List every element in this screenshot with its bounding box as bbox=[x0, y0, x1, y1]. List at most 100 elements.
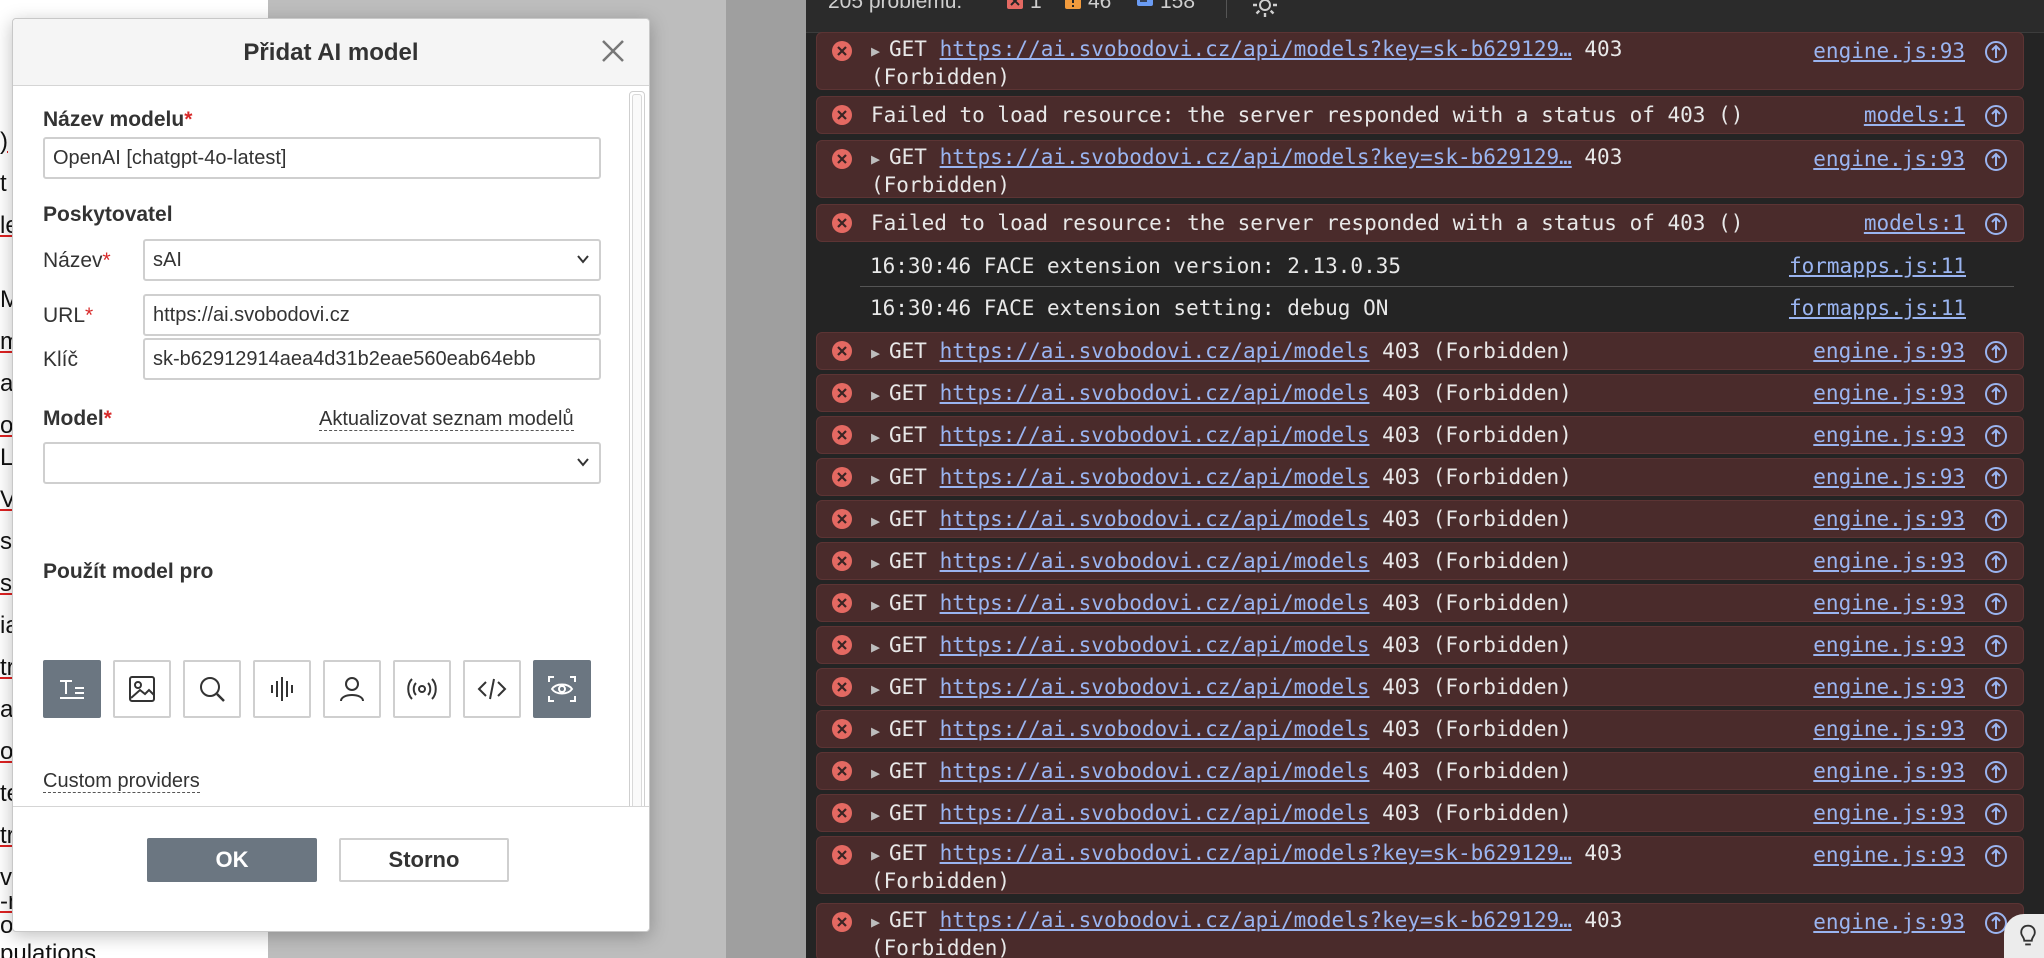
provider-name-select[interactable]: sAI bbox=[143, 239, 601, 281]
console-log-row[interactable]: 16:30:46 FACE extension version: 2.13.0.… bbox=[816, 248, 2024, 284]
model-name-input[interactable]: OpenAI [chatgpt-4o-latest] bbox=[43, 137, 601, 179]
source-link[interactable]: engine.js:93 bbox=[1813, 548, 1965, 574]
ai-assist-icon[interactable] bbox=[1983, 801, 2009, 827]
source-link[interactable]: engine.js:93 bbox=[1813, 800, 1965, 826]
request-url-link[interactable]: https://ai.svobodovi.cz/api/models bbox=[940, 339, 1370, 363]
console-error-row[interactable]: ▶ GET https://ai.svobodovi.cz/api/models … bbox=[816, 500, 2024, 538]
expand-triangle-icon[interactable]: ▶ bbox=[871, 466, 889, 492]
request-url-link[interactable]: https://ai.svobodovi.cz/api/models?key=s… bbox=[940, 37, 1572, 61]
expand-triangle-icon[interactable]: ▶ bbox=[871, 676, 889, 702]
expand-triangle-icon[interactable]: ▶ bbox=[871, 909, 889, 935]
source-link[interactable]: engine.js:93 bbox=[1813, 842, 1965, 868]
console-error-row[interactable]: ▶ GET https://ai.svobodovi.cz/api/models … bbox=[816, 332, 2024, 370]
expand-triangle-icon[interactable]: ▶ bbox=[871, 550, 889, 576]
source-link[interactable]: formapps.js:11 bbox=[1789, 253, 1966, 279]
custom-providers-link[interactable]: Custom providers bbox=[43, 770, 200, 793]
ai-assist-icon[interactable] bbox=[1983, 381, 2009, 407]
expand-triangle-icon[interactable]: ▶ bbox=[871, 634, 889, 660]
console-log-row[interactable]: 16:30:46 FACE extension setting: debug O… bbox=[816, 290, 2024, 326]
request-url-link[interactable]: https://ai.svobodovi.cz/api/models?key=s… bbox=[940, 841, 1572, 865]
ai-assist-icon[interactable] bbox=[1983, 591, 2009, 617]
console-error-row[interactable]: ▶ GET https://ai.svobodovi.cz/api/models … bbox=[816, 710, 2024, 748]
console-error-row[interactable]: ▶ GET https://ai.svobodovi.cz/api/models?… bbox=[816, 32, 2024, 90]
ai-assist-icon[interactable] bbox=[1983, 507, 2009, 533]
expand-triangle-icon[interactable]: ▶ bbox=[871, 760, 889, 786]
use-for-search-button[interactable] bbox=[183, 660, 241, 718]
source-link[interactable]: engine.js:93 bbox=[1813, 464, 1965, 490]
tip-button[interactable] bbox=[2004, 914, 2044, 958]
ai-assist-icon[interactable] bbox=[1983, 549, 2009, 575]
source-link[interactable]: engine.js:93 bbox=[1813, 909, 1965, 935]
source-link[interactable]: engine.js:93 bbox=[1813, 338, 1965, 364]
expand-triangle-icon[interactable]: ▶ bbox=[871, 382, 889, 408]
use-for-person-button[interactable] bbox=[323, 660, 381, 718]
console-error-row[interactable]: ▶ GET https://ai.svobodovi.cz/api/models?… bbox=[816, 140, 2024, 198]
source-link[interactable]: engine.js:93 bbox=[1813, 674, 1965, 700]
console-error-row[interactable]: ▶ GET https://ai.svobodovi.cz/api/models … bbox=[816, 752, 2024, 790]
expand-triangle-icon[interactable]: ▶ bbox=[871, 718, 889, 744]
ai-assist-icon[interactable] bbox=[1983, 423, 2009, 449]
ai-assist-icon[interactable] bbox=[1983, 465, 2009, 491]
expand-triangle-icon[interactable]: ▶ bbox=[871, 340, 889, 366]
source-link[interactable]: models:1 bbox=[1864, 102, 1965, 128]
use-for-audio-button[interactable] bbox=[253, 660, 311, 718]
ai-assist-icon[interactable] bbox=[1983, 633, 2009, 659]
scrollbar-thumb[interactable] bbox=[632, 94, 642, 820]
source-link[interactable]: engine.js:93 bbox=[1813, 758, 1965, 784]
close-button[interactable] bbox=[599, 37, 627, 65]
use-for-broadcast-button[interactable] bbox=[393, 660, 451, 718]
source-link[interactable]: models:1 bbox=[1864, 210, 1965, 236]
expand-triangle-icon[interactable]: ▶ bbox=[871, 802, 889, 828]
expand-triangle-icon[interactable]: ▶ bbox=[871, 146, 889, 172]
request-url-link[interactable]: https://ai.svobodovi.cz/api/models bbox=[940, 465, 1370, 489]
source-link[interactable]: engine.js:93 bbox=[1813, 590, 1965, 616]
request-url-link[interactable]: https://ai.svobodovi.cz/api/models bbox=[940, 381, 1370, 405]
console-error-row[interactable]: Failed to load resource: the server resp… bbox=[816, 96, 2024, 134]
use-for-code-button[interactable] bbox=[463, 660, 521, 718]
console-error-row[interactable]: ▶ GET https://ai.svobodovi.cz/api/models … bbox=[816, 794, 2024, 832]
ok-button[interactable]: OK bbox=[147, 838, 317, 882]
api-key-input[interactable]: sk-b62912914aea4d31b2eae560eab64ebb bbox=[143, 338, 601, 380]
request-url-link[interactable]: https://ai.svobodovi.cz/api/models bbox=[940, 591, 1370, 615]
source-link[interactable]: engine.js:93 bbox=[1813, 632, 1965, 658]
request-url-link[interactable]: https://ai.svobodovi.cz/api/models?key=s… bbox=[940, 908, 1572, 932]
request-url-link[interactable]: https://ai.svobodovi.cz/api/models bbox=[940, 549, 1370, 573]
model-select[interactable] bbox=[43, 442, 601, 484]
expand-triangle-icon[interactable]: ▶ bbox=[871, 424, 889, 450]
console-error-row[interactable]: ▶ GET https://ai.svobodovi.cz/api/models … bbox=[816, 542, 2024, 580]
ai-assist-icon[interactable] bbox=[1983, 147, 2009, 173]
source-link[interactable]: engine.js:93 bbox=[1813, 146, 1965, 172]
console-error-row[interactable]: ▶ GET https://ai.svobodovi.cz/api/models?… bbox=[816, 836, 2024, 894]
use-for-image-button[interactable] bbox=[113, 660, 171, 718]
request-url-link[interactable]: https://ai.svobodovi.cz/api/models bbox=[940, 507, 1370, 531]
ai-assist-icon[interactable] bbox=[1983, 843, 2009, 869]
source-link[interactable]: engine.js:93 bbox=[1813, 716, 1965, 742]
request-url-link[interactable]: https://ai.svobodovi.cz/api/models bbox=[940, 423, 1370, 447]
ai-assist-icon[interactable] bbox=[1983, 39, 2009, 65]
expand-triangle-icon[interactable]: ▶ bbox=[871, 508, 889, 534]
ai-assist-icon[interactable] bbox=[1983, 675, 2009, 701]
ai-assist-icon[interactable] bbox=[1983, 211, 2009, 237]
console-error-row[interactable]: Failed to load resource: the server resp… bbox=[816, 204, 2024, 242]
use-for-vision-button[interactable] bbox=[533, 660, 591, 718]
use-for-text-button[interactable] bbox=[43, 660, 101, 718]
request-url-link[interactable]: https://ai.svobodovi.cz/api/models bbox=[940, 675, 1370, 699]
request-url-link[interactable]: https://ai.svobodovi.cz/api/models bbox=[940, 717, 1370, 741]
request-url-link[interactable]: https://ai.svobodovi.cz/api/models bbox=[940, 759, 1370, 783]
source-link[interactable]: engine.js:93 bbox=[1813, 422, 1965, 448]
source-link[interactable]: engine.js:93 bbox=[1813, 506, 1965, 532]
console-error-row[interactable]: ▶ GET https://ai.svobodovi.cz/api/models … bbox=[816, 626, 2024, 664]
source-link[interactable]: engine.js:93 bbox=[1813, 380, 1965, 406]
url-input[interactable]: https://ai.svobodovi.cz bbox=[143, 294, 601, 336]
gear-icon[interactable] bbox=[1250, 0, 1280, 20]
console-error-row[interactable]: ▶ GET https://ai.svobodovi.cz/api/models … bbox=[816, 668, 2024, 706]
source-link[interactable]: formapps.js:11 bbox=[1789, 295, 1966, 321]
expand-triangle-icon[interactable]: ▶ bbox=[871, 592, 889, 618]
console-error-row[interactable]: ▶ GET https://ai.svobodovi.cz/api/models … bbox=[816, 458, 2024, 496]
ai-assist-icon[interactable] bbox=[1983, 339, 2009, 365]
request-url-link[interactable]: https://ai.svobodovi.cz/api/models bbox=[940, 633, 1370, 657]
cancel-button[interactable]: Storno bbox=[339, 838, 509, 882]
request-url-link[interactable]: https://ai.svobodovi.cz/api/models?key=s… bbox=[940, 145, 1572, 169]
dialog-scrollbar[interactable] bbox=[629, 91, 645, 823]
expand-triangle-icon[interactable]: ▶ bbox=[871, 842, 889, 868]
